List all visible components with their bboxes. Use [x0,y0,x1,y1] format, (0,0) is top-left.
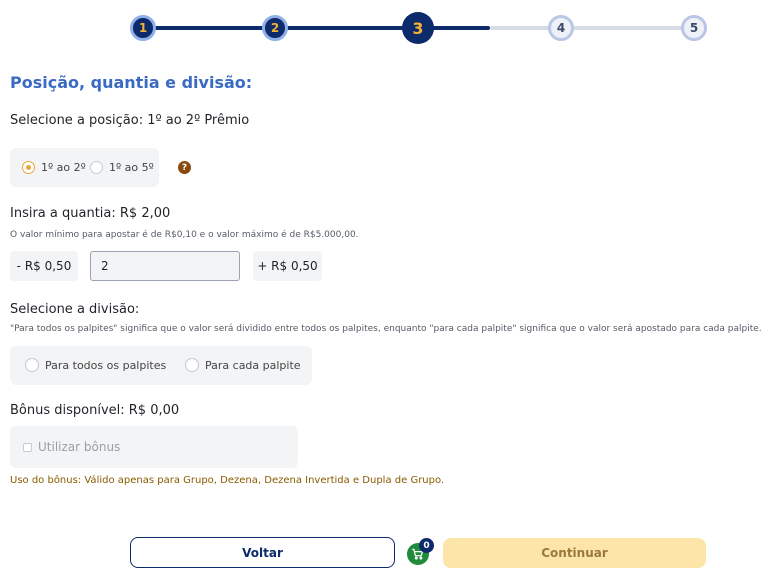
step-1[interactable]: 1 [130,15,156,41]
division-option-each-label: Para cada palpite [205,358,301,372]
checkbox-icon[interactable] [23,442,32,452]
position-option-1-2[interactable]: 1º ao 2º [22,161,86,174]
question-circle-icon[interactable]: ? [178,161,191,174]
decrement-button[interactable]: - R$ 0,50 [10,251,78,281]
continue-button[interactable]: Continuar [443,538,706,568]
step-connector-1-2 [143,26,275,30]
radio-checked-icon[interactable] [22,161,35,174]
division-hint: "Para todos os palpites" significa que o… [10,324,762,334]
division-options-card: Para todos os palpites Para cada palpite [10,346,312,385]
use-bonus-checkbox[interactable]: Utilizar bônus [23,440,120,454]
step-2[interactable]: 2 [262,15,288,41]
use-bonus-label: Utilizar bônus [38,440,121,454]
amount-hint: O valor mínimo para apostar é de R$0,10 … [10,230,359,240]
amount-input[interactable] [90,251,240,281]
step-connector-2-3 [275,26,418,30]
position-options-card: 1º ao 2º 1º ao 5º [10,148,159,187]
position-option-1-5[interactable]: 1º ao 5º [90,161,154,174]
radio-unchecked-icon[interactable] [25,358,39,372]
step-4: 4 [548,15,574,41]
bonus-card: Utilizar bônus [10,426,298,468]
step-5: 5 [681,15,707,41]
step-connector-4-5 [561,26,694,30]
division-option-all-label: Para todos os palpites [45,358,167,372]
increment-button[interactable]: + R$ 0,50 [253,251,322,281]
position-option-1-5-label: 1º ao 5º [109,161,154,174]
back-button[interactable]: Voltar [130,537,395,568]
position-label: Selecione a posição: 1º ao 2º Prêmio [10,113,250,128]
division-option-each[interactable]: Para cada palpite [185,358,301,372]
radio-unchecked-icon[interactable] [185,358,199,372]
step-3-current: 3 [402,12,434,44]
stepper: 1 2 3 4 5 [0,0,772,56]
position-option-1-2-label: 1º ao 2º [41,161,86,174]
radio-unchecked-icon[interactable] [90,161,103,174]
bonus-label: Bônus disponível: R$ 0,00 [10,403,180,418]
division-option-all[interactable]: Para todos os palpites [25,358,166,372]
cart-count-badge: 0 [419,538,434,553]
bonus-note: Uso do bônus: Válido apenas para Grupo, … [10,475,445,486]
division-label: Selecione a divisão: [10,302,140,317]
amount-label: Insira a quantia: R$ 2,00 [10,206,171,221]
page-title: Posição, quantia e divisão: [10,73,253,92]
